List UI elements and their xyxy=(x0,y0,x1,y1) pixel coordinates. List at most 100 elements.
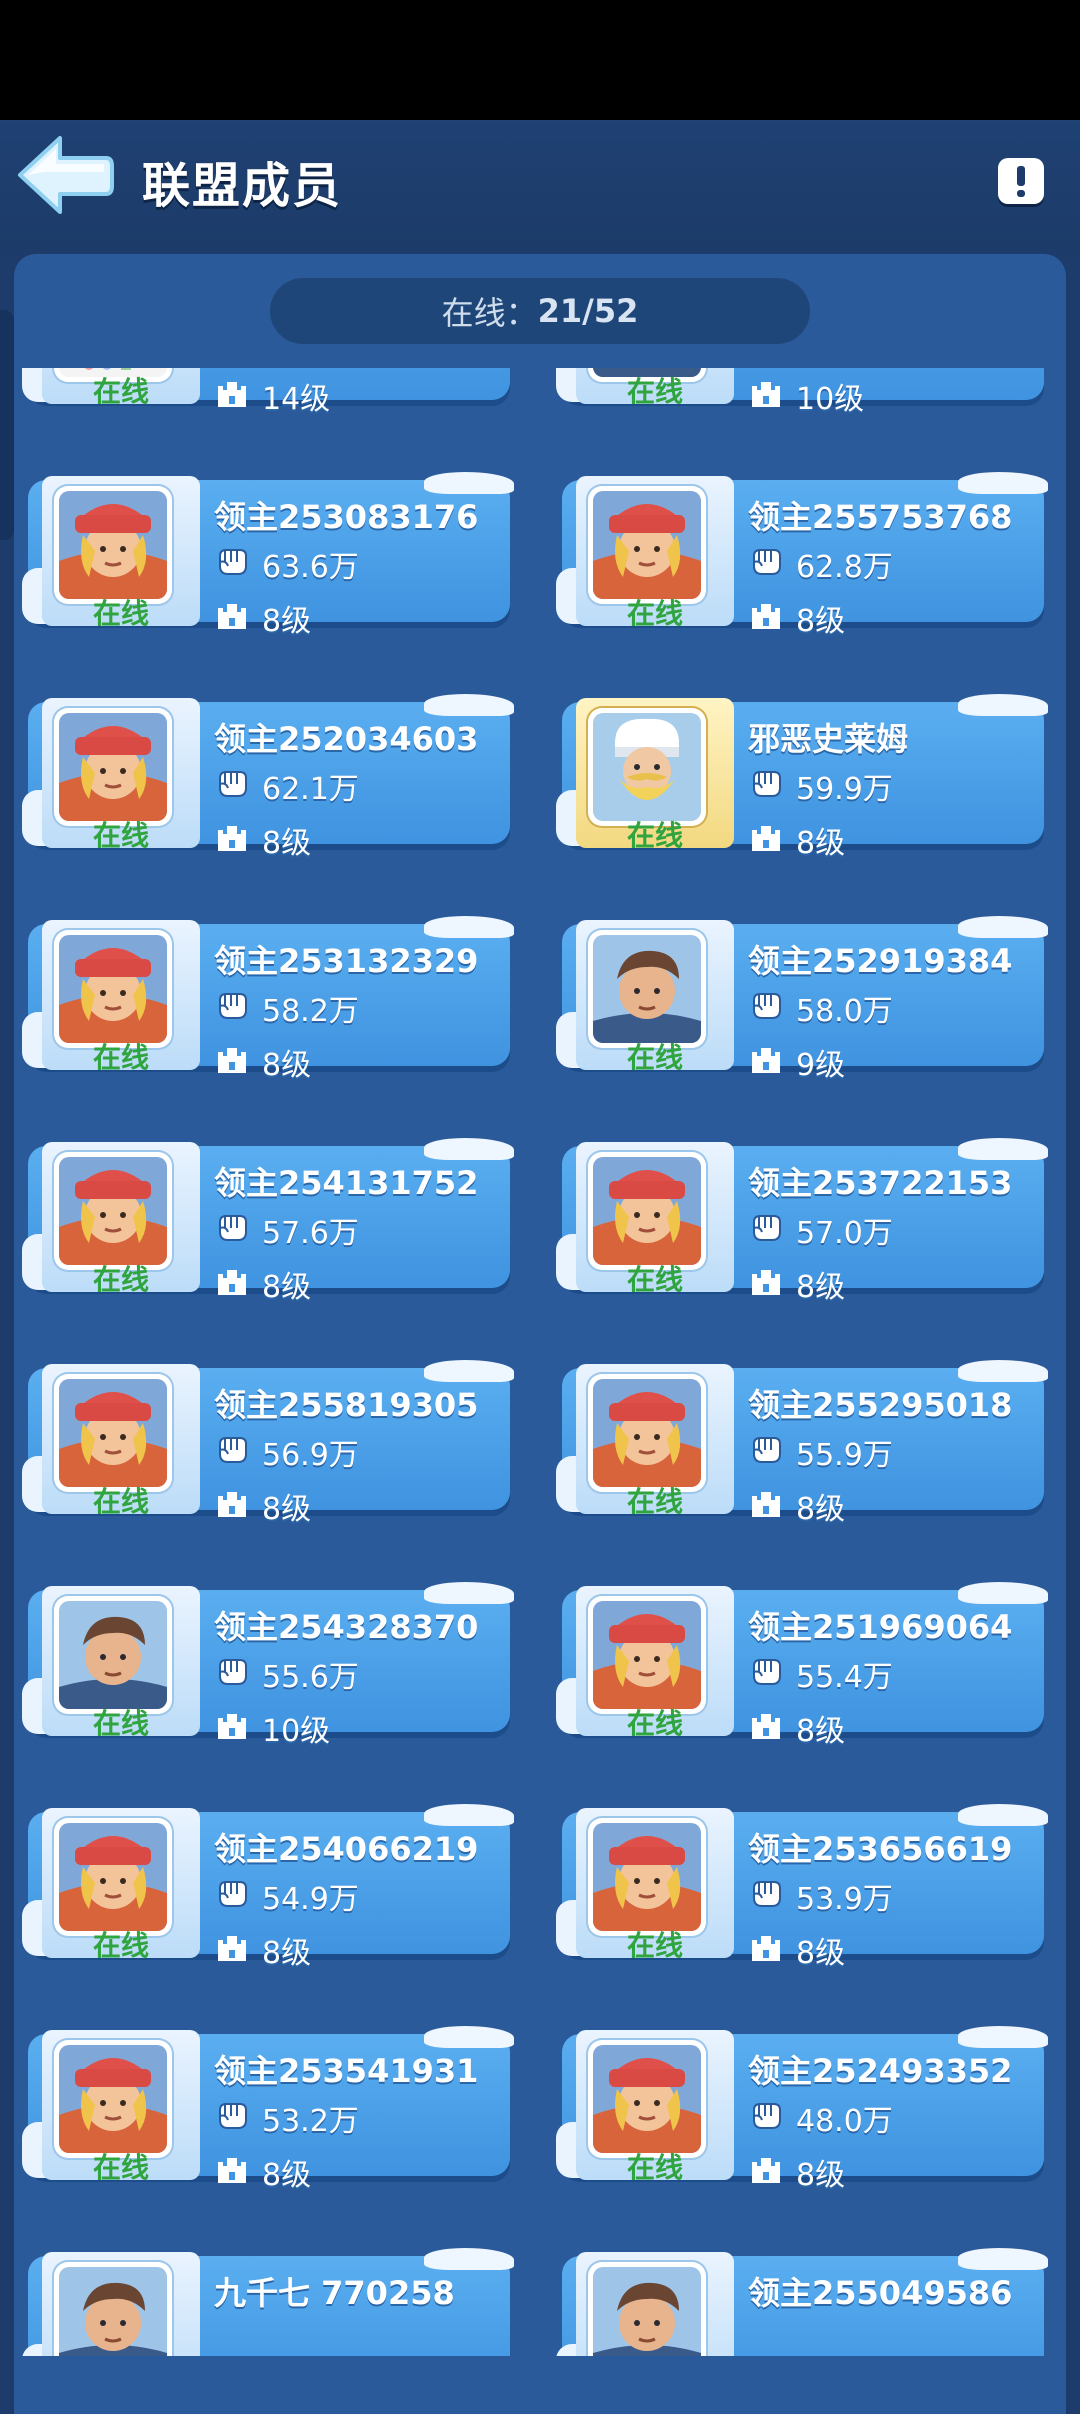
member-card[interactable]: 在线 领主253083176 63.6万 8级 xyxy=(22,472,514,639)
level-value: 8级 xyxy=(796,826,846,861)
castle-icon xyxy=(214,1484,262,1528)
avatar[interactable] xyxy=(588,1818,706,1936)
avatar-image xyxy=(59,713,167,821)
snow-decoration xyxy=(424,2248,514,2270)
snow-decoration xyxy=(424,1804,514,1826)
avatar[interactable] xyxy=(54,1152,172,1270)
member-card[interactable]: 领主255049586 xyxy=(556,2248,1048,2356)
level-value: 8级 xyxy=(262,1048,312,1083)
online-status: 在线 xyxy=(626,1929,683,1962)
avatar-image xyxy=(59,1823,167,1931)
member-power: 58.2万 xyxy=(214,986,359,1030)
member-card[interactable]: 在线 领主252919384 58.0万 9级 xyxy=(556,916,1048,1083)
member-card[interactable]: 在线152.1万14级 xyxy=(22,368,510,417)
side-drawer-handle[interactable] xyxy=(0,310,14,540)
avatar[interactable] xyxy=(588,1596,706,1714)
member-card[interactable]: 在线77.6万10级 xyxy=(556,368,1044,417)
info-button[interactable] xyxy=(998,158,1044,204)
snow-decoration xyxy=(424,694,514,716)
castle-icon xyxy=(214,374,262,418)
power-value: 53.2万 xyxy=(262,2104,359,2139)
member-card[interactable]: 在线 领主255753768 62.8万 8级 xyxy=(556,472,1048,639)
snow-decoration xyxy=(958,2026,1048,2048)
member-card[interactable]: 在线 领主253541931 53.2万 8级 xyxy=(22,2026,514,2193)
castle-icon xyxy=(214,1706,262,1750)
member-name: 领主254131752 xyxy=(214,1164,479,1202)
member-level: 8级 xyxy=(214,1928,311,1972)
member-list[interactable]: 在线152.1万14级在线77.6万10级在线领主25308317663.6万8… xyxy=(14,368,1066,2356)
member-card[interactable]: 九千七 770258 xyxy=(22,2248,514,2356)
castle-icon xyxy=(214,1040,262,1084)
member-card[interactable]: 在线 领主252034603 62.1万 8级 xyxy=(22,694,514,861)
member-card[interactable]: 在线 领主254131752 57.6万 8级 xyxy=(22,1138,514,1305)
member-card[interactable]: 在线 领主253132329 58.2万 8级 xyxy=(22,916,514,1083)
member-card[interactable]: 在线 邪恶史莱姆 59.9万 8级 xyxy=(556,694,1048,861)
level-value: 8级 xyxy=(796,604,846,639)
online-status: 在线 xyxy=(92,1041,149,1074)
member-name: 领主255753768 xyxy=(748,498,1013,536)
avatar[interactable] xyxy=(54,1374,172,1492)
castle-icon xyxy=(748,1928,796,1972)
fist-icon xyxy=(214,1430,262,1474)
member-name: 领主253132329 xyxy=(214,942,479,980)
member-card[interactable]: 在线 领主253722153 57.0万 8级 xyxy=(556,1138,1048,1305)
avatar[interactable] xyxy=(54,2262,172,2356)
castle-icon xyxy=(748,1484,796,1528)
level-value: 10级 xyxy=(262,1714,331,1749)
avatar[interactable] xyxy=(588,708,706,826)
avatar-image xyxy=(59,935,167,1043)
avatar[interactable] xyxy=(54,486,172,604)
castle-icon xyxy=(214,818,262,862)
member-name: 领主252919384 xyxy=(748,942,1013,980)
member-power: 53.9万 xyxy=(748,1874,893,1918)
avatar[interactable] xyxy=(588,2040,706,2158)
member-card[interactable]: 在线 领主254328370 55.6万 10级 xyxy=(22,1582,514,1749)
member-card[interactable]: 在线 领主252493352 48.0万 8级 xyxy=(556,2026,1048,2193)
level-value: 8级 xyxy=(262,826,312,861)
fist-icon xyxy=(214,986,262,1030)
snow-decoration xyxy=(958,1360,1048,1382)
member-card[interactable]: 在线 领主253656619 53.9万 8级 xyxy=(556,1804,1048,1971)
power-value: 55.6万 xyxy=(262,1660,359,1695)
level-value: 8级 xyxy=(796,1492,846,1527)
power-value: 62.1万 xyxy=(262,772,359,807)
back-arrow-icon xyxy=(18,136,114,214)
avatar[interactable] xyxy=(54,930,172,1048)
avatar[interactable] xyxy=(588,486,706,604)
snow-decoration xyxy=(958,1804,1048,1826)
avatar[interactable] xyxy=(54,2040,172,2158)
avatar[interactable] xyxy=(588,1374,706,1492)
member-power: 55.4万 xyxy=(748,1652,893,1696)
member-name: 领主253083176 xyxy=(214,498,479,536)
online-status: 在线 xyxy=(92,375,149,408)
snow-decoration xyxy=(424,1138,514,1160)
member-name: 领主251969064 xyxy=(748,1608,1013,1646)
member-card[interactable]: 在线 领主251969064 55.4万 8级 xyxy=(556,1582,1048,1749)
back-button[interactable] xyxy=(14,132,114,218)
member-level: 8级 xyxy=(748,1262,845,1306)
power-value: 48.0万 xyxy=(796,2104,893,2139)
power-value: 53.9万 xyxy=(796,1882,893,1917)
avatar[interactable] xyxy=(54,1818,172,1936)
power-value: 57.6万 xyxy=(262,1216,359,1251)
member-card[interactable]: 在线 领主254066219 54.9万 8级 xyxy=(22,1804,514,1971)
avatar[interactable] xyxy=(588,1152,706,1270)
snow-decoration xyxy=(424,1582,514,1604)
avatar[interactable] xyxy=(54,1596,172,1714)
level-value: 8级 xyxy=(262,2158,312,2193)
avatar[interactable] xyxy=(54,708,172,826)
snow-decoration xyxy=(424,2026,514,2048)
avatar[interactable] xyxy=(588,2262,706,2356)
castle-icon xyxy=(748,818,796,862)
member-level: 8级 xyxy=(214,2150,311,2194)
member-name: 领主255295018 xyxy=(748,1386,1013,1424)
member-level: 8级 xyxy=(214,1040,311,1084)
fist-icon xyxy=(748,542,796,586)
member-name: 领主255819305 xyxy=(214,1386,479,1424)
member-card[interactable]: 在线 领主255819305 56.9万 8级 xyxy=(22,1360,514,1527)
power-value: 55.4万 xyxy=(796,1660,893,1695)
member-card[interactable]: 在线 领主255295018 55.9万 8级 xyxy=(556,1360,1048,1527)
member-power: 56.9万 xyxy=(214,1430,359,1474)
avatar[interactable] xyxy=(588,930,706,1048)
avatar-image xyxy=(593,2267,701,2356)
